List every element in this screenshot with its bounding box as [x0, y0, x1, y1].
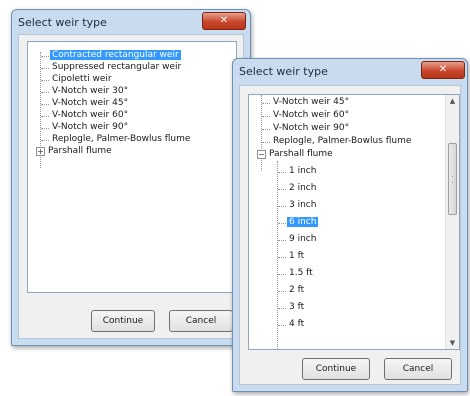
tree-item-v-notch-45[interactable]: V-Notch weir 45°	[273, 97, 349, 108]
tree-item-v-notch-45[interactable]: V-Notch weir 45°	[52, 98, 128, 109]
weir-type-tree[interactable]: V-Notch weir 45° V-Notch weir 60° V-Notc…	[248, 94, 460, 350]
scrollbar-thumb[interactable]	[448, 143, 457, 215]
grip-icon	[452, 176, 453, 183]
dialog-title: Select weir type	[18, 16, 107, 29]
cancel-button[interactable]: Cancel	[384, 358, 452, 380]
select-weir-dialog-front: Select weir type ✕ V-Notch weir 45° V-No…	[232, 58, 468, 392]
tree-item-parshall-1-5-ft[interactable]: 1.5 ft	[289, 268, 313, 279]
vertical-scrollbar[interactable]: ▲ ▼	[445, 95, 459, 349]
close-button[interactable]: ✕	[202, 12, 246, 30]
scroll-down-icon[interactable]: ▼	[446, 337, 459, 349]
tree-item-parshall-9-inch[interactable]: 9 inch	[289, 234, 316, 245]
tree-item-parshall-1-ft[interactable]: 1 ft	[289, 251, 304, 262]
close-icon: ✕	[219, 15, 229, 26]
tree-item-v-notch-60[interactable]: V-Notch weir 60°	[52, 110, 128, 121]
tree-item-parshall-flume[interactable]: Parshall flume	[269, 149, 333, 160]
close-button[interactable]: ✕	[421, 61, 465, 79]
close-icon: ✕	[438, 64, 448, 75]
tree-item-replogle-palmer-bowlus[interactable]: Replogle, Palmer-Bowlus flume	[52, 134, 190, 145]
tree-item-v-notch-90[interactable]: V-Notch weir 90°	[52, 122, 128, 133]
title-bar[interactable]: Select weir type ✕	[12, 10, 250, 34]
cancel-button[interactable]: Cancel	[169, 310, 233, 332]
tree-item-v-notch-90[interactable]: V-Notch weir 90°	[273, 123, 349, 134]
title-bar[interactable]: Select weir type ✕	[233, 59, 467, 83]
tree-item-cipoletti-weir[interactable]: Cipoletti weir	[52, 74, 112, 85]
tree-item-parshall-6-inch[interactable]: 6 inch	[287, 217, 319, 228]
scroll-up-icon[interactable]: ▲	[446, 95, 459, 107]
dialog-client-area: V-Notch weir 45° V-Notch weir 60° V-Notc…	[239, 85, 461, 385]
tree-item-v-notch-60[interactable]: V-Notch weir 60°	[273, 110, 349, 121]
continue-button[interactable]: Continue	[91, 310, 155, 332]
tree-item-v-notch-30[interactable]: V-Notch weir 30°	[52, 86, 128, 97]
expand-icon[interactable]: +	[36, 147, 45, 156]
tree-item-parshall-flume[interactable]: Parshall flume	[48, 146, 112, 157]
tree-item-parshall-3-inch[interactable]: 3 inch	[289, 200, 316, 211]
weir-type-tree[interactable]: Contracted rectangular weir Suppressed r…	[27, 41, 237, 293]
tree-item-suppressed-rectangular-weir[interactable]: Suppressed rectangular weir	[52, 62, 181, 73]
tree-item-contracted-rectangular-weir[interactable]: Contracted rectangular weir	[50, 50, 181, 61]
continue-button[interactable]: Continue	[302, 358, 370, 380]
tree-item-parshall-1-inch[interactable]: 1 inch	[289, 166, 316, 177]
tree-item-parshall-3-ft[interactable]: 3 ft	[289, 302, 304, 313]
tree-item-replogle-palmer-bowlus[interactable]: Replogle, Palmer-Bowlus flume	[273, 136, 411, 147]
collapse-icon[interactable]: −	[257, 150, 266, 159]
select-weir-dialog-back: Select weir type ✕ Contracted rectangula…	[11, 9, 251, 346]
tree-item-parshall-2-inch[interactable]: 2 inch	[289, 183, 316, 194]
tree-item-parshall-4-ft[interactable]: 4 ft	[289, 319, 304, 330]
dialog-client-area: Contracted rectangular weir Suppressed r…	[18, 34, 244, 339]
tree-item-parshall-2-ft[interactable]: 2 ft	[289, 285, 304, 296]
dialog-title: Select weir type	[239, 65, 328, 78]
